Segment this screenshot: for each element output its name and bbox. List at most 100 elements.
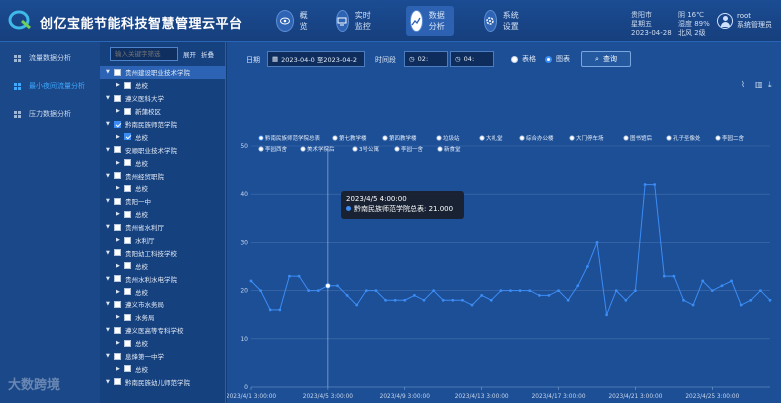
weekday: 星期五 xyxy=(631,20,652,28)
data-point xyxy=(547,294,551,297)
caret-down-icon[interactable]: ▼ xyxy=(106,301,114,307)
date-range-input[interactable]: ▦ 2023-04-0 至2023-04-2 xyxy=(267,51,365,67)
caret-down-icon[interactable]: ▼ xyxy=(106,147,114,153)
tree-node-site[interactable]: ▶ 总校 xyxy=(100,182,226,195)
caret-down-icon[interactable]: ▼ xyxy=(106,95,114,101)
tree-node-label: 遵义医科大学 xyxy=(125,95,164,104)
nav-analysis[interactable]: 数据分析 xyxy=(406,6,454,36)
tree-node-org[interactable]: ▼ 贵阳幼工科技学校 xyxy=(100,246,226,259)
tree-checkbox[interactable] xyxy=(124,339,131,347)
data-point xyxy=(384,298,387,302)
tree-node-site[interactable]: ▶ 总校 xyxy=(100,156,226,169)
data-point xyxy=(768,298,772,302)
tree-node-site[interactable]: ▶ 总校 xyxy=(100,337,226,350)
caret-down-icon[interactable]: ▼ xyxy=(106,198,114,204)
tree-node-org[interactable]: ▼ 安顺职业技术学院 xyxy=(100,143,226,156)
nav-settings[interactable]: 系统设置 xyxy=(480,6,528,36)
menu-flow-analysis[interactable]: 流量数据分析 xyxy=(0,44,100,72)
caret-down-icon[interactable]: ▼ xyxy=(106,173,114,179)
tree-checkbox[interactable] xyxy=(124,210,131,218)
data-point xyxy=(614,289,618,293)
tree-checkbox[interactable] xyxy=(124,365,131,373)
tree-checkbox[interactable] xyxy=(114,275,121,283)
tree-checkbox[interactable] xyxy=(124,81,131,89)
data-point xyxy=(249,279,253,283)
tree-checkbox[interactable] xyxy=(114,326,121,334)
tree-node-org[interactable]: ▼ 遵义医高等专科学校 xyxy=(100,324,226,337)
tree-checkbox[interactable] xyxy=(124,159,131,167)
tree-node-site[interactable]: ▶ 总校 xyxy=(100,208,226,221)
tree-checkbox[interactable] xyxy=(114,172,121,180)
tree-checkbox[interactable] xyxy=(124,184,131,192)
tree-node-org[interactable]: ▼ 贵州经贸职院 xyxy=(100,169,226,182)
caret-right-icon: ▶ xyxy=(116,237,120,244)
user-menu[interactable]: root 系统管理员 xyxy=(717,12,772,30)
watermark: 大数跨境 xyxy=(8,378,61,393)
legend-item: 第四教学楼 xyxy=(389,134,417,142)
data-point xyxy=(393,298,397,302)
tree-checkbox[interactable] xyxy=(114,378,121,386)
caret-down-icon[interactable]: ▼ xyxy=(106,276,114,282)
caret-down-icon[interactable]: ▼ xyxy=(106,353,114,359)
tree-checkbox[interactable] xyxy=(124,288,131,296)
tree-node-org[interactable]: ▼ 贵州水利水电学院 xyxy=(100,272,226,285)
caret-right-icon: ▶ xyxy=(116,133,120,140)
tree-node-org[interactable]: ▼ 息烽第一中学 xyxy=(100,350,226,363)
collapse-button[interactable]: 折叠 xyxy=(201,49,214,59)
logo-icon xyxy=(8,10,31,30)
time-end-input[interactable]: ◷ 04: xyxy=(450,51,494,67)
tree-node-org[interactable]: ▼ 贵州省水利厅 xyxy=(100,221,226,234)
tree-checkbox[interactable] xyxy=(114,146,121,154)
tree-checkbox[interactable] xyxy=(124,236,131,244)
view-chart-radio[interactable]: 图表 xyxy=(545,54,570,64)
tree-node-org[interactable]: ▼ 遵义医科大学 xyxy=(100,92,226,105)
data-point xyxy=(662,274,666,278)
tree-checkbox[interactable] xyxy=(124,262,131,270)
tree-node-org[interactable]: ▼ 贵阳一中 xyxy=(100,195,226,208)
tree-checkbox[interactable] xyxy=(124,107,131,115)
tree-node-site[interactable]: ▶ 总校 xyxy=(100,285,226,298)
caret-right-icon: ▶ xyxy=(116,288,120,295)
tree-checkbox[interactable] xyxy=(124,133,131,141)
caret-down-icon[interactable]: ▼ xyxy=(106,224,114,230)
tree-checkbox[interactable] xyxy=(114,94,121,102)
query-button[interactable]: ⌕ 查询 xyxy=(581,51,631,67)
legend-marker xyxy=(569,135,575,141)
caret-down-icon[interactable]: ▼ xyxy=(106,250,114,256)
tree-checkbox[interactable] xyxy=(114,120,121,128)
tree-checkbox[interactable] xyxy=(114,352,121,360)
legend-item: 大门停车场 xyxy=(576,134,604,142)
caret-down-icon[interactable]: ▼ xyxy=(106,379,114,385)
tree-node-site[interactable]: ▶ 总校 xyxy=(100,259,226,272)
date-label: 日期 xyxy=(246,56,260,64)
tree-node-site[interactable]: ▶ 水务局 xyxy=(100,311,226,324)
menu-pressure-analysis[interactable]: 压力数据分析 xyxy=(0,100,100,128)
tree-node-site[interactable]: ▶ 总校 xyxy=(100,79,226,92)
tree-checkbox[interactable] xyxy=(114,197,121,205)
tree-checkbox[interactable] xyxy=(114,300,121,308)
tree-checkbox[interactable] xyxy=(124,313,131,321)
tree-checkbox[interactable] xyxy=(114,249,121,257)
y-tick-label: 50 xyxy=(240,143,248,150)
tree-node-site[interactable]: ▶ 新蒲校区 xyxy=(100,105,226,118)
tree-node-site[interactable]: ▶ 总校 xyxy=(100,130,226,143)
tree-node-org[interactable]: ▼ 遵义市水务局 xyxy=(100,298,226,311)
caret-down-icon[interactable]: ▼ xyxy=(106,121,114,127)
view-table-radio[interactable]: 表格 xyxy=(511,54,536,64)
caret-down-icon[interactable]: ▼ xyxy=(106,69,114,75)
tree-node-org[interactable]: ▼ 黔南民族师范学院 xyxy=(100,118,226,131)
tree-checkbox[interactable] xyxy=(114,223,121,231)
tree-node-site[interactable]: ▶ 总校 xyxy=(100,362,226,375)
time-start-input[interactable]: ◷ 02: xyxy=(404,51,448,67)
tree-node-site[interactable]: ▶ 水利厅 xyxy=(100,234,226,247)
tree-checkbox[interactable] xyxy=(114,68,121,76)
nav-realtime[interactable]: 实时监控 xyxy=(332,6,380,36)
nav-overview[interactable]: 概览 xyxy=(272,6,320,36)
caret-right-icon: ▶ xyxy=(116,185,120,192)
menu-night-flow-analysis[interactable]: 最小夜间流量分析 xyxy=(0,72,100,100)
expand-button[interactable]: 展开 xyxy=(183,49,196,59)
tree-node-org[interactable]: ▼ 黔南民族幼儿师范学院 xyxy=(100,375,226,388)
tree-search-input[interactable] xyxy=(110,47,178,61)
caret-down-icon[interactable]: ▼ xyxy=(106,327,114,333)
tree-node-org[interactable]: ▼ 贵州建设职业技术学院 xyxy=(100,66,226,79)
